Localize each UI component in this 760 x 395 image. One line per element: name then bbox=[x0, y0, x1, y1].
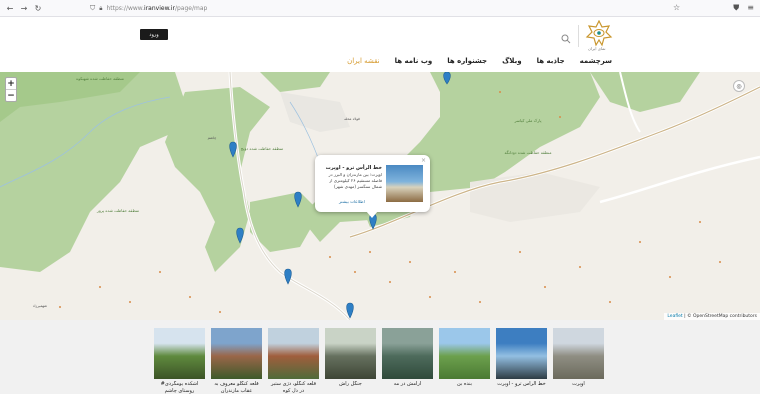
address-bar[interactable]: ⛉ 🔒︎ https://www.iranview.ir/page/map bbox=[90, 3, 690, 14]
map-place-label: شهمیرزاد bbox=[33, 304, 47, 308]
reload-icon[interactable]: ↻ bbox=[31, 1, 45, 15]
gallery-item[interactable]: جنگل راش bbox=[325, 328, 376, 395]
thumbnail-image[interactable] bbox=[553, 328, 604, 379]
menu-icon[interactable]: ≡ bbox=[747, 3, 754, 13]
menu-item-attractions[interactable]: جاذبه ها bbox=[537, 57, 565, 65]
map-place-label: پارک ملی کیاسر bbox=[513, 118, 541, 123]
zoom-in-button[interactable]: + bbox=[6, 78, 16, 90]
bookmark-star-icon[interactable]: ☆ bbox=[673, 3, 680, 12]
popup-close-icon[interactable]: × bbox=[421, 157, 426, 164]
thumbnail-label[interactable]: قلعه کنگلو، دژی ستبر در دل کوه bbox=[268, 381, 319, 395]
thumbnail-image[interactable] bbox=[325, 328, 376, 379]
menu-item-blog[interactable]: وبلاگ bbox=[502, 57, 521, 65]
popup-more-link[interactable]: اطلاعات بیشتر bbox=[339, 199, 365, 204]
thumbnail-label[interactable]: جنگل راش bbox=[325, 381, 376, 395]
zoom-control: + − bbox=[5, 77, 17, 102]
menu-item-weblogs[interactable]: وب نامه ها bbox=[395, 57, 433, 65]
gallery-item[interactable]: قلعه کنگلو، دژی ستبر در دل کوه bbox=[268, 328, 319, 395]
popup-title: خط الرأس ترو - اوپرت bbox=[325, 165, 382, 171]
map-place-label: چاشم bbox=[208, 136, 217, 140]
divider bbox=[578, 25, 579, 47]
menu-item-festivals[interactable]: جشنواره ها bbox=[447, 57, 487, 65]
gallery-item[interactable]: خط الرأس ترو - اوپرت bbox=[496, 328, 547, 395]
map[interactable]: پارک ملی کیاسر منطقه حفاظت شده شهبکوه من… bbox=[0, 72, 760, 320]
map-place-label: منطقه حفاظت شده دوبج bbox=[241, 146, 283, 151]
thumbnail-label[interactable]: #آشکده یومگردی روستای چاشم bbox=[154, 381, 205, 395]
forward-icon[interactable]: → bbox=[17, 1, 31, 15]
thumbnail-image[interactable] bbox=[268, 328, 319, 379]
map-place-label: منطقه حفاظت شده دودانگه bbox=[504, 150, 551, 155]
gallery: #آشکده یومگردی روستای چاشم قلعه کنگلو مع… bbox=[0, 320, 760, 394]
search-icon[interactable] bbox=[561, 29, 571, 44]
popup-image bbox=[386, 165, 423, 202]
popup-tip bbox=[366, 211, 378, 218]
thumbnail-label[interactable]: اوپرت bbox=[553, 381, 604, 395]
lock-icon[interactable]: 🔒︎ bbox=[99, 5, 102, 13]
thumbnail-image[interactable] bbox=[211, 328, 262, 379]
main-menu: سرچشمه جاذبه ها وبلاگ جشنواره ها وب نامه… bbox=[347, 57, 612, 65]
gallery-item[interactable]: #آشکده یومگردی روستای چاشم bbox=[154, 328, 205, 395]
gallery-list: #آشکده یومگردی روستای چاشم قلعه کنگلو مع… bbox=[154, 328, 604, 395]
thumbnail-image[interactable] bbox=[496, 328, 547, 379]
thumbnail-label[interactable]: خط الرأس ترو - اوپرت bbox=[496, 381, 547, 395]
logo-text: نمای ایران bbox=[588, 46, 606, 51]
back-icon[interactable]: ← bbox=[3, 1, 17, 15]
map-place-label: فولاد محله bbox=[344, 117, 360, 121]
menu-item-iran-map[interactable]: نقشه ایران bbox=[347, 57, 380, 65]
shield-icon[interactable]: ⛉ bbox=[90, 4, 95, 13]
login-button[interactable]: ورود bbox=[140, 29, 168, 40]
browser-toolbar: ← → ↻ ⛉ 🔒︎ https://www.iranview.ir/page/… bbox=[0, 0, 760, 17]
pocket-icon[interactable]: ⛊ bbox=[733, 3, 739, 13]
thumbnail-image[interactable] bbox=[154, 328, 205, 379]
menu-item-source[interactable]: سرچشمه bbox=[580, 57, 612, 65]
thumbnail-label[interactable]: بنده بن bbox=[439, 381, 490, 395]
locate-icon[interactable]: ◎ bbox=[733, 80, 745, 92]
gallery-item[interactable]: بنده بن bbox=[439, 328, 490, 395]
map-attribution: Leaflet | © OpenStreetMap contributors bbox=[664, 313, 760, 320]
thumbnail-image[interactable] bbox=[439, 328, 490, 379]
thumbnail-label[interactable]: آرامش در مه bbox=[382, 381, 433, 395]
gallery-item[interactable]: قلعه کنگلو معروف به عقاب مازندران bbox=[211, 328, 262, 395]
map-place-label: منطقه حفاظت شده پرور bbox=[96, 208, 139, 213]
url-text: https://www.iranview.ir/page/map bbox=[106, 5, 208, 12]
leaflet-link[interactable]: Leaflet bbox=[667, 314, 682, 319]
popup-description: اوپرت؛ بین مازندران و البرز در فاصله مست… bbox=[328, 172, 382, 189]
zoom-out-button[interactable]: − bbox=[6, 90, 16, 102]
thumbnail-image[interactable] bbox=[382, 328, 433, 379]
map-place-label: منطقه حفاظت شده شهبکوه bbox=[76, 76, 124, 81]
gallery-item[interactable]: آرامش در مه bbox=[382, 328, 433, 395]
gallery-item[interactable]: اوپرت bbox=[553, 328, 604, 395]
site-header: ورود نمای ایران سرچشمه جاذبه ها وبلاگ جش… bbox=[0, 17, 760, 72]
thumbnail-label[interactable]: قلعه کنگلو معروف به عقاب مازندران bbox=[211, 381, 262, 395]
map-popup: × خط الرأس ترو - اوپرت اوپرت؛ بین مازندر… bbox=[315, 155, 430, 218]
